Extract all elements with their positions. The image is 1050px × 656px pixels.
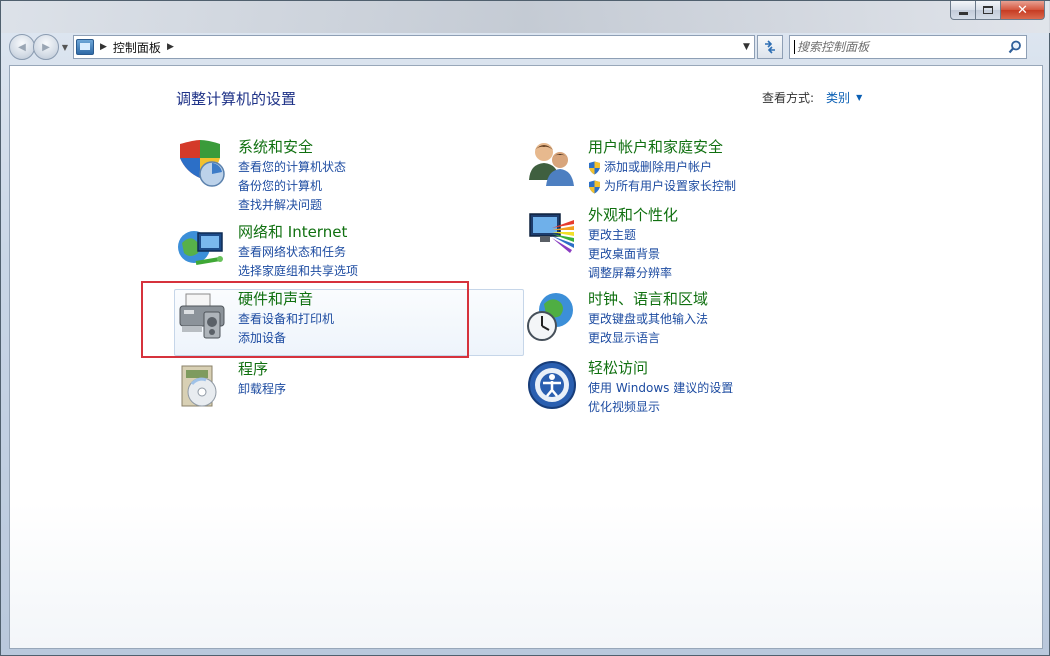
clock-globe-icon[interactable]	[526, 290, 578, 342]
ease-of-access-icon[interactable]	[526, 359, 578, 411]
link-text[interactable]: 添加或删除用户帐户	[604, 158, 712, 177]
category-texts: 时钟、语言和区域 更改键盘或其他输入法 更改显示语言	[588, 290, 708, 348]
address-bar[interactable]: ▶ 控制面板 ▶ ▼	[73, 35, 755, 59]
page-title: 调整计算机的设置	[176, 90, 297, 108]
category-title-ease[interactable]: 轻松访问	[588, 359, 733, 378]
link-homegroup[interactable]: 选择家庭组和共享选项	[238, 262, 358, 281]
category-texts: 网络和 Internet 查看网络状态和任务 选择家庭组和共享选项	[238, 223, 358, 281]
uac-shield-icon	[589, 161, 600, 174]
view-mode: 查看方式: 类别 ▼	[762, 89, 862, 106]
navigation-bar: ◀ ▶ ▼ ▶ 控制面板 ▶ ▼	[9, 33, 1043, 61]
search-icon	[1008, 40, 1021, 54]
minimize-icon	[958, 11, 968, 15]
users-icon[interactable]	[526, 138, 578, 190]
security-shield-icon[interactable]	[176, 138, 228, 190]
link-optimize-display[interactable]: 优化视频显示	[588, 398, 733, 417]
category-title-clock[interactable]: 时钟、语言和区域	[588, 290, 708, 309]
control-panel-window: ✕ ◀ ▶ ▼ ▶ 控制面板 ▶ ▼ 搜索控制面板 调整计算机的设置 查看方式:…	[0, 0, 1050, 656]
category-appearance: 外观和个性化 更改主题 更改桌面背景 调整屏幕分辨率	[526, 206, 678, 283]
link-add-remove-users[interactable]: 添加或删除用户帐户	[588, 158, 736, 177]
title-bar: ✕	[1, 1, 1050, 33]
link-backup[interactable]: 备份您的计算机	[238, 177, 346, 196]
forward-button[interactable]: ▶	[33, 34, 59, 60]
link-display-language[interactable]: 更改显示语言	[588, 329, 708, 348]
category-texts: 用户帐户和家庭安全 添加或删除用户帐户 为所有用户设置家长控制	[588, 138, 736, 196]
search-box[interactable]	[789, 35, 1027, 59]
content-area: 调整计算机的设置 查看方式: 类别 ▼ 系统和安全 查看您的计算机状态 备份您的…	[9, 65, 1043, 649]
breadcrumb-separator-icon[interactable]: ▶	[100, 42, 107, 52]
maximize-icon	[983, 6, 993, 14]
refresh-button[interactable]	[757, 35, 783, 59]
caption-buttons: ✕	[950, 1, 1045, 21]
uac-shield-icon	[589, 180, 600, 193]
search-button[interactable]	[1004, 40, 1026, 54]
link-recommended-settings[interactable]: 使用 Windows 建议的设置	[588, 379, 733, 398]
breadcrumb-separator-icon[interactable]: ▶	[167, 42, 174, 52]
category-texts: 外观和个性化 更改主题 更改桌面背景 调整屏幕分辨率	[588, 206, 678, 283]
category-title-users[interactable]: 用户帐户和家庭安全	[588, 138, 736, 157]
search-input[interactable]	[794, 40, 1004, 54]
forward-arrow-icon: ▶	[42, 41, 50, 53]
category-system-security: 系统和安全 查看您的计算机状态 备份您的计算机 查找并解决问题	[176, 138, 346, 215]
close-button[interactable]: ✕	[1001, 1, 1045, 20]
network-globe-icon[interactable]	[176, 223, 228, 275]
minimize-button[interactable]	[950, 1, 976, 20]
close-icon: ✕	[1017, 2, 1028, 18]
category-title-network[interactable]: 网络和 Internet	[238, 223, 358, 242]
link-parental-controls[interactable]: 为所有用户设置家长控制	[588, 177, 736, 196]
back-arrow-icon: ◀	[18, 41, 26, 53]
chevron-down-icon[interactable]: ▼	[856, 93, 862, 102]
control-panel-icon	[76, 39, 94, 55]
maximize-button[interactable]	[976, 1, 1001, 20]
category-clock-language: 时钟、语言和区域 更改键盘或其他输入法 更改显示语言	[526, 290, 708, 348]
category-title-programs[interactable]: 程序	[238, 360, 286, 379]
link-check-status[interactable]: 查看您的计算机状态	[238, 158, 346, 177]
category-texts: 轻松访问 使用 Windows 建议的设置 优化视频显示	[588, 359, 733, 417]
category-texts: 系统和安全 查看您的计算机状态 备份您的计算机 查找并解决问题	[238, 138, 346, 215]
link-uninstall[interactable]: 卸载程序	[238, 380, 286, 399]
category-user-accounts: 用户帐户和家庭安全 添加或删除用户帐户 为所有用户设置家长控制	[526, 138, 736, 196]
back-button[interactable]: ◀	[9, 34, 35, 60]
annotation-highlight-box	[141, 281, 469, 358]
category-programs: 程序 卸载程序	[176, 360, 286, 412]
view-mode-label: 查看方式:	[762, 91, 815, 105]
category-title-appearance[interactable]: 外观和个性化	[588, 206, 678, 225]
view-mode-select[interactable]: 类别	[826, 89, 850, 106]
appearance-monitor-icon[interactable]	[526, 206, 578, 258]
category-texts: 程序 卸载程序	[238, 360, 286, 412]
chevron-down-icon: ▼	[61, 42, 69, 52]
link-desktop-background[interactable]: 更改桌面背景	[588, 245, 678, 264]
recent-pages-dropdown[interactable]: ▼	[59, 43, 71, 52]
programs-disc-icon[interactable]	[176, 360, 228, 412]
category-network: 网络和 Internet 查看网络状态和任务 选择家庭组和共享选项	[176, 223, 358, 281]
address-history-dropdown[interactable]: ▼	[738, 42, 754, 52]
link-text[interactable]: 为所有用户设置家长控制	[604, 177, 736, 196]
category-ease-of-access: 轻松访问 使用 Windows 建议的设置 优化视频显示	[526, 359, 733, 417]
link-keyboard-input[interactable]: 更改键盘或其他输入法	[588, 310, 708, 329]
link-troubleshoot[interactable]: 查找并解决问题	[238, 196, 346, 215]
link-screen-resolution[interactable]: 调整屏幕分辨率	[588, 264, 678, 283]
category-title-system[interactable]: 系统和安全	[238, 138, 346, 157]
breadcrumb-control-panel[interactable]: 控制面板	[113, 39, 161, 56]
refresh-icon	[765, 40, 775, 54]
link-network-status[interactable]: 查看网络状态和任务	[238, 243, 358, 262]
link-change-theme[interactable]: 更改主题	[588, 226, 678, 245]
